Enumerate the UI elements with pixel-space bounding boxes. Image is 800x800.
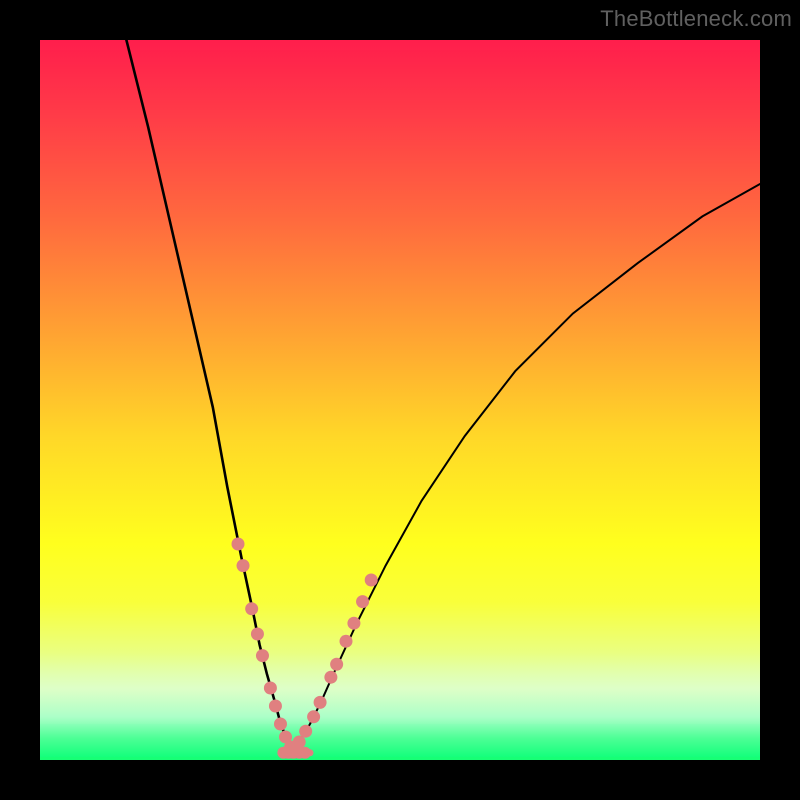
plot-area (40, 40, 760, 760)
marker-dot (269, 700, 282, 713)
curve-overlay (40, 40, 760, 760)
marker-dot (340, 635, 353, 648)
marker-dot (365, 574, 378, 587)
marker-dot (237, 559, 250, 572)
marker-dot (330, 658, 343, 671)
marker-dot (245, 602, 258, 615)
marker-dot (307, 710, 320, 723)
marker-dot (293, 736, 306, 749)
marker-dot (324, 671, 337, 684)
curve-left-branch (126, 40, 292, 753)
chart-frame: TheBottleneck.com (0, 0, 800, 800)
marker-dot (299, 725, 312, 738)
marker-dot (356, 595, 369, 608)
marker-dot (347, 617, 360, 630)
marker-dot (232, 538, 245, 551)
marker-dot (256, 649, 269, 662)
marker-dot (251, 628, 264, 641)
marker-dot (314, 696, 327, 709)
marker-dots (232, 538, 378, 759)
marker-dot (264, 682, 277, 695)
curve-right-branch (292, 184, 760, 753)
site-watermark: TheBottleneck.com (600, 6, 792, 32)
marker-dot (299, 747, 311, 759)
marker-dot (274, 718, 287, 731)
